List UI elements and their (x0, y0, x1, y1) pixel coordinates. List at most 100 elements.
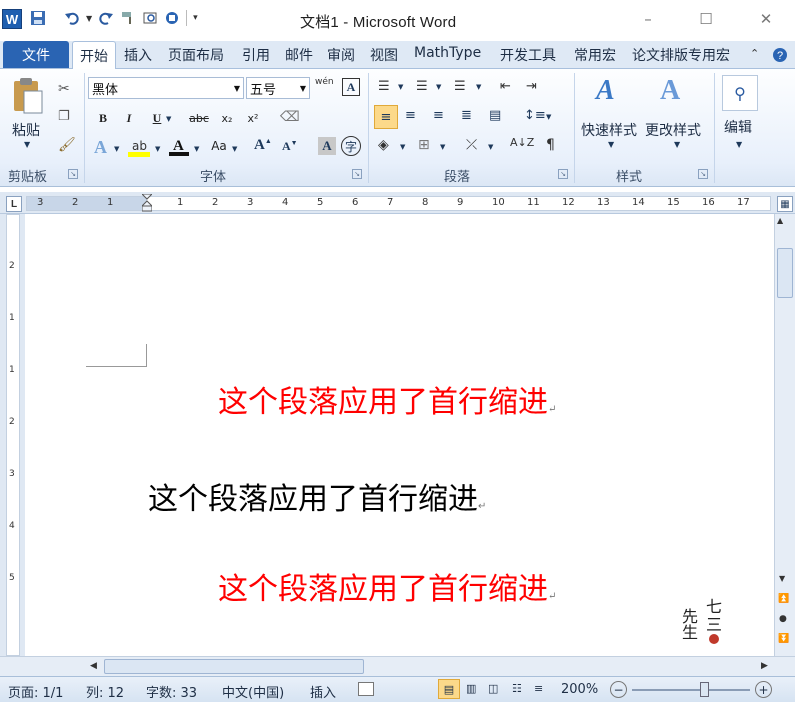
clipboard-launcher-icon[interactable]: ↘ (68, 169, 78, 179)
paste-button[interactable]: 粘贴 (12, 120, 40, 140)
horizontal-scrollbar[interactable]: ◀ ▶ (0, 656, 795, 676)
shrink-font-icon[interactable]: A▼ (282, 139, 298, 154)
word-app-icon[interactable]: W (2, 9, 22, 29)
zoom-slider-track[interactable] (632, 689, 750, 691)
multilevel-list-icon[interactable]: ☰ (454, 79, 466, 94)
paragraph-launcher-icon[interactable]: ↘ (558, 169, 568, 179)
font-color-icon[interactable]: A (168, 135, 190, 157)
minimize-button[interactable]: – (634, 8, 662, 30)
vertical-ruler[interactable]: 2 1 1 2 3 4 5 (0, 214, 25, 656)
chevron-down-icon[interactable]: ▼ (232, 145, 237, 153)
vscroll-thumb[interactable] (777, 248, 793, 298)
tab-page-layout[interactable]: 页面布局 (168, 45, 224, 65)
change-styles-button[interactable]: 更改样式 (645, 120, 701, 140)
print-layout-icon[interactable]: ▤ (438, 679, 460, 699)
zoom-out-icon[interactable]: − (610, 681, 627, 698)
underline-button[interactable]: U (146, 107, 168, 129)
change-styles-icon[interactable]: A (660, 75, 680, 107)
shading-icon[interactable]: ◈ (378, 137, 389, 153)
quick-styles-button[interactable]: 快速样式 (581, 120, 637, 140)
doc-paragraph-2[interactable]: 这个段落应用了首行缩进↵ (148, 474, 486, 518)
language-indicator[interactable]: 中文(中国) (222, 682, 284, 701)
increase-indent-icon[interactable]: ⇥ (526, 79, 537, 94)
font-name-combo[interactable]: 黑体 ▼ (88, 77, 244, 99)
column-indicator[interactable]: 列: 12 (86, 682, 124, 701)
phonetic-guide-icon[interactable]: wén (315, 77, 334, 87)
undo-dropdown-icon[interactable]: ▼ (86, 14, 92, 23)
hscroll-thumb[interactable] (104, 659, 364, 674)
maximize-button[interactable]: ☐ (692, 8, 720, 30)
paste-dropdown-icon[interactable]: ▼ (24, 140, 30, 149)
tab-mathtype[interactable]: MathType (414, 45, 481, 61)
borders-icon[interactable]: ⊞ (418, 137, 430, 153)
zoom-in-icon[interactable]: + (755, 681, 772, 698)
tab-review[interactable]: 审阅 (327, 45, 355, 65)
styles-launcher-icon[interactable]: ↘ (698, 169, 708, 179)
prev-page-icon[interactable]: ⏫ (778, 594, 789, 604)
change-case-button[interactable]: Aa (206, 135, 232, 157)
font-size-combo[interactable]: 五号 ▼ (246, 77, 310, 99)
word-count[interactable]: 字数: 33 (146, 682, 197, 701)
tab-insert[interactable]: 插入 (124, 45, 152, 65)
chevron-down-icon[interactable]: ▼ (300, 84, 306, 93)
copy-icon[interactable]: ❐ (58, 109, 70, 124)
chevron-down-icon[interactable]: ▼ (155, 145, 160, 153)
chevron-down-icon[interactable]: ▼ (546, 113, 551, 121)
tab-common-macros[interactable]: 常用宏 (574, 45, 616, 65)
save-icon[interactable] (30, 10, 46, 26)
next-page-icon[interactable]: ⏬ (778, 634, 789, 644)
show-marks-icon[interactable]: ¶ (546, 137, 555, 153)
chevron-down-icon[interactable]: ▼ (436, 83, 441, 91)
help-icon[interactable]: ? (772, 47, 788, 63)
insert-mode[interactable]: 插入 (310, 682, 336, 701)
macro-record-icon[interactable] (358, 682, 374, 696)
chevron-down-icon[interactable]: ▼ (440, 143, 445, 151)
document-page[interactable]: 这个段落应用了首行缩进↵ 这个段落应用了首行缩进↵ 这个段落应用了首行缩进↵ 七… (26, 214, 774, 656)
superscript-button[interactable]: x² (242, 107, 264, 129)
text-effects-icon[interactable]: A (94, 137, 107, 158)
numbering-icon[interactable]: ☰ (416, 79, 428, 94)
chevron-down-icon[interactable]: ▼ (398, 83, 403, 91)
minimize-ribbon-icon[interactable]: ⌃ (750, 47, 759, 60)
open-icon[interactable] (164, 10, 180, 26)
chevron-down-icon[interactable]: ▼ (400, 143, 405, 151)
bold-button[interactable]: B (92, 107, 114, 129)
tab-developer[interactable]: 开发工具 (500, 45, 556, 65)
chevron-down-icon[interactable]: ▼ (736, 140, 742, 149)
align-left-button[interactable]: ≡ (374, 105, 398, 129)
tab-view[interactable]: 视图 (370, 45, 398, 65)
italic-button[interactable]: I (118, 107, 140, 129)
chevron-down-icon[interactable]: ▼ (476, 83, 481, 91)
draft-icon[interactable]: ≡ (534, 682, 543, 695)
subscript-button[interactable]: x₂ (216, 107, 238, 129)
tab-mailings[interactable]: 邮件 (285, 45, 313, 65)
chinese-layout-icon[interactable]: ⤫ (466, 137, 477, 153)
tab-thesis-macros[interactable]: 论文排版专用宏 (632, 45, 730, 65)
redo-icon[interactable] (98, 10, 114, 26)
scroll-right-icon[interactable]: ▶ (761, 661, 768, 671)
chevron-down-icon[interactable]: ▼ (114, 145, 119, 153)
chevron-down-icon[interactable]: ▼ (608, 140, 614, 149)
print-preview-icon[interactable] (142, 10, 158, 26)
close-button[interactable]: ✕ (752, 8, 780, 30)
strikethrough-button[interactable]: abc (186, 107, 212, 129)
highlight-color-icon[interactable]: ab (128, 137, 150, 157)
zoom-slider-thumb[interactable] (700, 682, 709, 697)
format-painter-qat-icon[interactable] (120, 10, 136, 26)
align-center-icon[interactable]: ≡ (405, 108, 416, 123)
chevron-down-icon[interactable]: ▼ (488, 143, 493, 151)
editing-button[interactable]: 编辑 (724, 117, 752, 137)
quick-styles-icon[interactable]: A (596, 75, 615, 107)
char-border-icon[interactable]: A (342, 78, 360, 96)
grow-font-icon[interactable]: A▲ (254, 137, 272, 154)
line-spacing-icon[interactable]: ↕≡ (524, 108, 546, 123)
horizontal-ruler[interactable]: L 3 2 1 1 2 3 4 5 6 7 8 9 10 11 12 13 14 15 16 17 ▦ (0, 192, 795, 214)
format-painter-icon[interactable]: 🖌 (58, 137, 76, 153)
tab-selector-button[interactable]: L (6, 196, 22, 212)
enclose-char-icon[interactable]: 字 (341, 136, 361, 156)
cut-icon[interactable]: ✂ (58, 81, 70, 97)
page-count[interactable]: 页面: 1/1 (8, 682, 63, 701)
browse-object-icon[interactable]: ● (779, 614, 787, 624)
zoom-level[interactable]: 200% (561, 682, 598, 697)
clear-formatting-icon[interactable]: ⌫ (280, 109, 300, 125)
